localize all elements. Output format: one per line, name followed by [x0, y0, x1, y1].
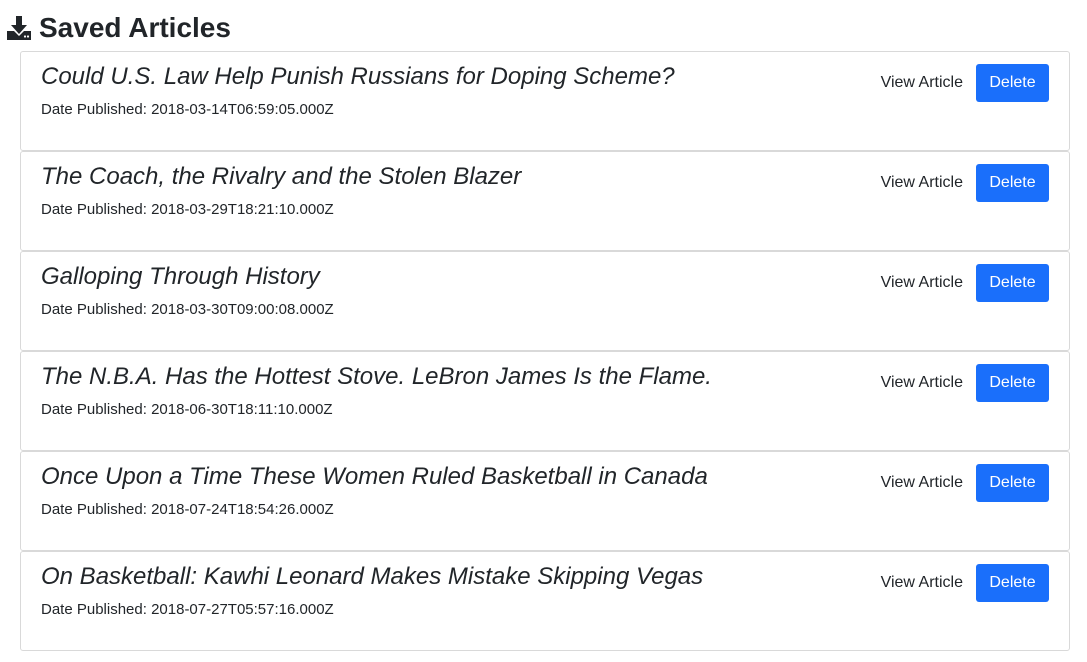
article-actions: View Article Delete — [881, 264, 1049, 302]
delete-button[interactable]: Delete — [976, 64, 1049, 102]
article-title: The N.B.A. Has the Hottest Stove. LeBron… — [41, 363, 712, 390]
page-title: Saved Articles — [39, 12, 231, 43]
article-card: On Basketball: Kawhi Leonard Makes Mista… — [20, 551, 1070, 651]
article-card: Could U.S. Law Help Punish Russians for … — [20, 51, 1070, 151]
article-actions: View Article Delete — [881, 164, 1049, 202]
article-actions: View Article Delete — [881, 364, 1049, 402]
saved-articles-list: Could U.S. Law Help Punish Russians for … — [20, 51, 1070, 651]
page-header: Saved Articles — [5, 8, 231, 48]
article-card: Once Upon a Time These Women Ruled Baske… — [20, 451, 1070, 551]
view-article-link[interactable]: View Article — [881, 174, 963, 192]
view-article-link[interactable]: View Article — [881, 274, 963, 292]
article-date: Date Published: 2018-03-30T09:00:08.000Z — [41, 301, 334, 318]
delete-button[interactable]: Delete — [976, 564, 1049, 602]
article-card: The Coach, the Rivalry and the Stolen Bl… — [20, 151, 1070, 251]
article-date: Date Published: 2018-03-14T06:59:05.000Z — [41, 101, 334, 118]
saved-articles-page: Saved Articles Could U.S. Law Help Punis… — [0, 0, 1087, 662]
delete-button[interactable]: Delete — [976, 464, 1049, 502]
download-icon — [5, 14, 33, 42]
article-date: Date Published: 2018-07-24T18:54:26.000Z — [41, 501, 334, 518]
article-actions: View Article Delete — [881, 564, 1049, 602]
article-date: Date Published: 2018-03-29T18:21:10.000Z — [41, 201, 334, 218]
view-article-link[interactable]: View Article — [881, 574, 963, 592]
article-title: Could U.S. Law Help Punish Russians for … — [41, 63, 675, 90]
delete-button[interactable]: Delete — [976, 164, 1049, 202]
article-actions: View Article Delete — [881, 464, 1049, 502]
view-article-link[interactable]: View Article — [881, 374, 963, 392]
article-title: Galloping Through History — [41, 263, 320, 290]
article-title: The Coach, the Rivalry and the Stolen Bl… — [41, 163, 522, 190]
article-title: Once Upon a Time These Women Ruled Baske… — [41, 463, 708, 490]
article-date: Date Published: 2018-07-27T05:57:16.000Z — [41, 601, 334, 618]
delete-button[interactable]: Delete — [976, 364, 1049, 402]
article-title: On Basketball: Kawhi Leonard Makes Mista… — [41, 563, 704, 590]
article-date: Date Published: 2018-06-30T18:11:10.000Z — [41, 401, 333, 418]
article-card: Galloping Through History Date Published… — [20, 251, 1070, 351]
view-article-link[interactable]: View Article — [881, 474, 963, 492]
article-card: The N.B.A. Has the Hottest Stove. LeBron… — [20, 351, 1070, 451]
delete-button[interactable]: Delete — [976, 264, 1049, 302]
article-actions: View Article Delete — [881, 64, 1049, 102]
view-article-link[interactable]: View Article — [881, 74, 963, 92]
